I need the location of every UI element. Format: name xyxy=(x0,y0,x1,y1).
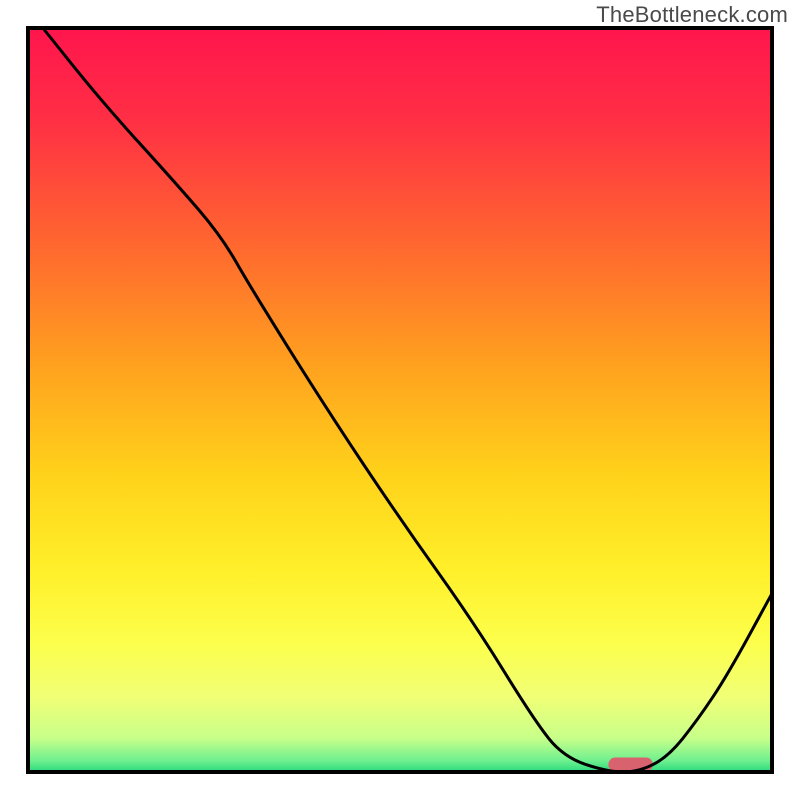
chart-container: TheBottleneck.com xyxy=(0,0,800,800)
gradient-background xyxy=(28,28,772,772)
optimal-marker xyxy=(608,758,653,772)
bottleneck-chart xyxy=(0,0,800,800)
watermark-text: TheBottleneck.com xyxy=(596,2,788,28)
